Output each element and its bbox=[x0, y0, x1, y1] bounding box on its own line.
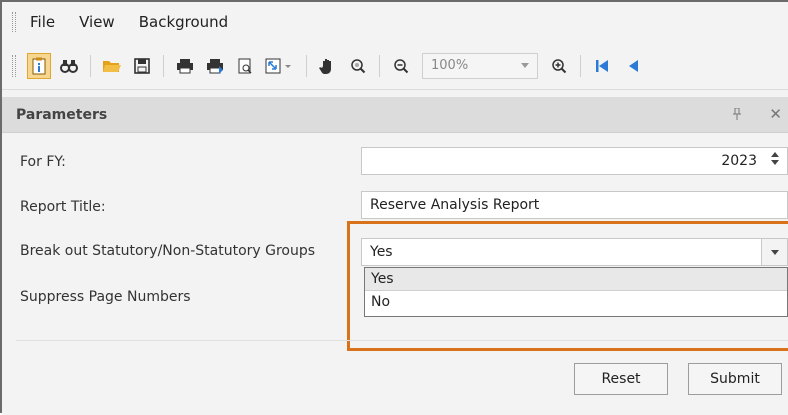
spin-up-icon[interactable] bbox=[771, 152, 779, 157]
magnifier-icon[interactable] bbox=[346, 53, 370, 79]
toolbar-separator bbox=[379, 54, 380, 77]
panel-title: Parameters bbox=[16, 106, 108, 123]
zoom-in-icon[interactable] bbox=[547, 53, 571, 79]
combo-dropdown-button[interactable] bbox=[761, 239, 787, 265]
submit-button[interactable]: Submit bbox=[688, 363, 782, 395]
menu-bar: File View Background bbox=[2, 2, 788, 42]
toolbar-grip bbox=[12, 54, 16, 77]
spin-buttons[interactable] bbox=[771, 152, 779, 165]
print-icon[interactable] bbox=[173, 53, 197, 79]
toolbar: 100% bbox=[2, 42, 788, 90]
parameters-panel-header: Parameters ✕ bbox=[2, 97, 788, 133]
toolbar-separator bbox=[90, 54, 91, 77]
menu-file[interactable]: File bbox=[30, 13, 55, 31]
panel-divider bbox=[16, 340, 788, 341]
zoom-out-icon[interactable] bbox=[389, 53, 413, 79]
reset-button[interactable]: Reset bbox=[574, 363, 668, 395]
save-icon[interactable] bbox=[130, 53, 154, 79]
pin-icon[interactable] bbox=[732, 107, 742, 124]
page-setup-icon[interactable] bbox=[233, 53, 257, 79]
report-title-label: Report Title: bbox=[20, 199, 106, 215]
toolbar-separator bbox=[163, 54, 164, 77]
find-icon[interactable] bbox=[57, 53, 81, 79]
menu-view[interactable]: View bbox=[79, 13, 115, 31]
report-viewer-window: File View Background 100% Parameters ✕ F… bbox=[0, 0, 788, 415]
suppress-page-numbers-label: Suppress Page Numbers bbox=[20, 289, 191, 305]
breakout-groups-label: Break out Statutory/Non-Statutory Groups bbox=[20, 243, 316, 259]
zoom-value: 100% bbox=[431, 58, 469, 73]
dropdown-option-no[interactable]: No bbox=[365, 291, 787, 314]
report-title-input[interactable]: Reserve Analysis Report bbox=[361, 191, 788, 219]
menu-grip bbox=[12, 12, 16, 32]
toolbar-separator bbox=[580, 54, 581, 77]
previous-page-icon[interactable] bbox=[620, 53, 644, 79]
open-icon[interactable] bbox=[100, 53, 124, 79]
quick-print-icon[interactable] bbox=[203, 53, 227, 79]
report-title-value: Reserve Analysis Report bbox=[370, 197, 540, 213]
for-fy-spinner[interactable]: 2023 bbox=[361, 147, 788, 175]
breakout-groups-value: Yes bbox=[370, 244, 393, 260]
zoom-combo[interactable]: 100% bbox=[422, 52, 538, 79]
breakout-groups-combo[interactable]: Yes bbox=[361, 238, 788, 266]
menu-background[interactable]: Background bbox=[139, 13, 229, 31]
for-fy-label: For FY: bbox=[20, 154, 66, 170]
spin-down-icon[interactable] bbox=[771, 160, 779, 165]
for-fy-value: 2023 bbox=[721, 153, 757, 169]
hand-tool-icon[interactable] bbox=[316, 53, 340, 79]
chevron-down-icon bbox=[770, 249, 779, 255]
close-icon[interactable]: ✕ bbox=[769, 105, 782, 123]
breakout-groups-dropdown: Yes No bbox=[364, 267, 788, 317]
dropdown-option-yes[interactable]: Yes bbox=[365, 268, 787, 291]
chevron-down-icon bbox=[521, 62, 529, 68]
first-page-icon[interactable] bbox=[590, 53, 614, 79]
parameters-icon[interactable] bbox=[27, 52, 51, 79]
toolbar-separator bbox=[306, 54, 307, 77]
scale-icon[interactable] bbox=[263, 53, 297, 79]
